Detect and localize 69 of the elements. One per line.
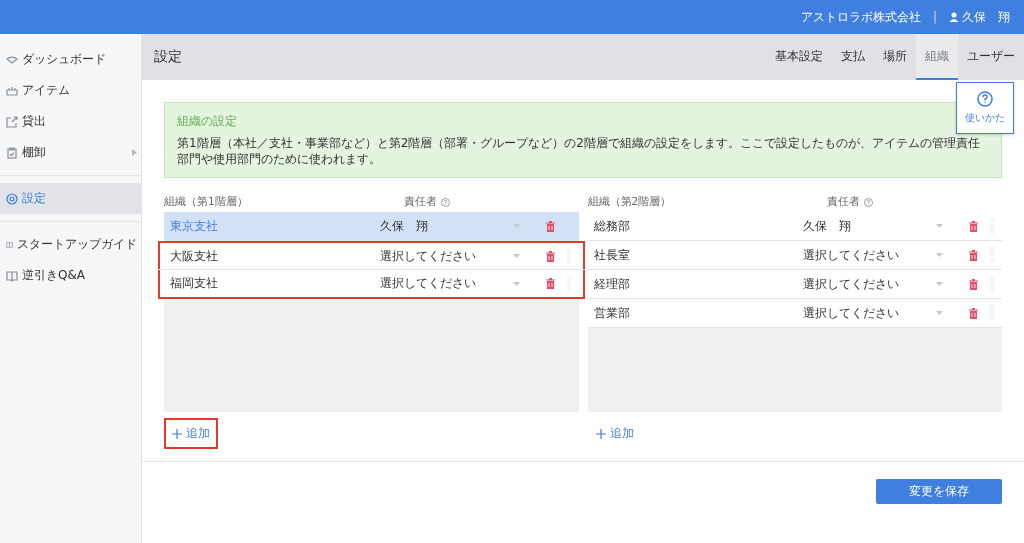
sidebar-item[interactable]: 棚卸	[0, 137, 141, 168]
tab[interactable]: ユーザー	[958, 34, 1024, 80]
help-icon[interactable]	[864, 197, 873, 207]
organization-row[interactable]: 経理部 選択してください	[587, 270, 1002, 300]
organization-name: 東京支社	[170, 217, 219, 235]
sidebar-item[interactable]: ダッシュボード	[0, 44, 141, 75]
help-icon	[977, 91, 993, 107]
organization-row[interactable]: 福岡支社 選択してください	[158, 270, 585, 300]
sidebar-item[interactable]: 逆引きQ&A	[0, 260, 141, 291]
sidebar-item[interactable]: アイテム	[0, 75, 141, 106]
book-icon	[6, 269, 18, 282]
plus-icon	[595, 428, 606, 439]
plus-icon	[172, 428, 182, 439]
caret-icon	[512, 254, 520, 259]
sidebar-item[interactable]: 貸出	[0, 106, 141, 137]
add-button[interactable]: 追加	[587, 418, 642, 450]
manager-select[interactable]: 選択してください	[803, 304, 953, 322]
organization-row[interactable]: 社長室 選択してください	[587, 241, 1002, 271]
organization-row[interactable]: 大阪支社 選択してください	[158, 241, 585, 271]
organization-name: 経理部	[593, 275, 631, 293]
organization-name: 総務部	[593, 217, 631, 235]
column-header: 組織（第1階層）	[164, 195, 249, 210]
help-button[interactable]: 使いかた	[956, 82, 1014, 134]
trash-icon[interactable]	[969, 307, 978, 319]
tab[interactable]: 組織	[916, 34, 958, 80]
manager-select[interactable]: 選択してください	[803, 275, 953, 293]
organization-row[interactable]: 東京支社 久保 翔	[164, 212, 579, 242]
info-title: 組織の設定	[177, 113, 237, 130]
save-button[interactable]: 変更を保存	[876, 479, 1002, 505]
trash-icon[interactable]	[545, 250, 555, 262]
inventory-icon	[6, 146, 18, 159]
column-header: 責任者	[827, 195, 860, 210]
caret-icon	[512, 281, 520, 286]
trash-icon[interactable]	[969, 278, 978, 290]
organization-name: 福岡支社	[170, 275, 219, 293]
company-name: アストロラボ株式会社	[800, 8, 921, 26]
info-text: 第1階層（本社／支社・事業部など）と第2階層（部署・グループなど）の2階層で組織の設定をします。ここで設定したものが、アイテムの管理責任部門や使用部門のために使われます。	[177, 136, 981, 168]
organization-name: 大阪支社	[170, 247, 219, 265]
manager-select[interactable]: 選択してください	[803, 246, 953, 264]
page-title: 設定	[154, 48, 182, 66]
caret-icon	[512, 224, 520, 229]
trash-icon[interactable]	[969, 249, 978, 261]
add-button[interactable]: 追加	[164, 418, 218, 450]
organization-row[interactable]: 営業部 選択してください	[587, 299, 1002, 329]
tab[interactable]: 場所	[874, 34, 916, 80]
organization-row[interactable]: 総務部 久保 翔	[587, 212, 1002, 242]
caret-icon	[936, 311, 943, 316]
manager-select[interactable]: 久保 翔	[803, 217, 953, 235]
trash-icon[interactable]	[969, 220, 978, 232]
user-name[interactable]: 久保 翔	[962, 8, 1010, 26]
tab[interactable]: 支払	[832, 34, 874, 80]
organization-name: 営業部	[593, 304, 631, 322]
settings-icon	[6, 192, 18, 205]
manager-select[interactable]: 選択してください	[379, 247, 530, 265]
column-header: 責任者	[403, 195, 437, 210]
tab[interactable]: 基本設定	[766, 34, 832, 80]
trash-icon[interactable]	[545, 278, 555, 290]
manager-select[interactable]: 選択してください	[379, 275, 530, 293]
caret-icon	[936, 253, 943, 258]
column-header: 組織（第2階層）	[587, 195, 673, 210]
caret-icon	[936, 224, 943, 229]
separator: |	[932, 10, 937, 24]
organization-name: 社長室	[593, 246, 631, 264]
sidebar-item[interactable]: スタートアップガイド	[0, 229, 141, 260]
trash-icon[interactable]	[545, 220, 555, 232]
help-icon[interactable]	[440, 197, 450, 207]
caret-icon	[936, 282, 943, 287]
manager-select[interactable]: 久保 翔	[379, 217, 530, 235]
user-icon	[949, 12, 959, 22]
